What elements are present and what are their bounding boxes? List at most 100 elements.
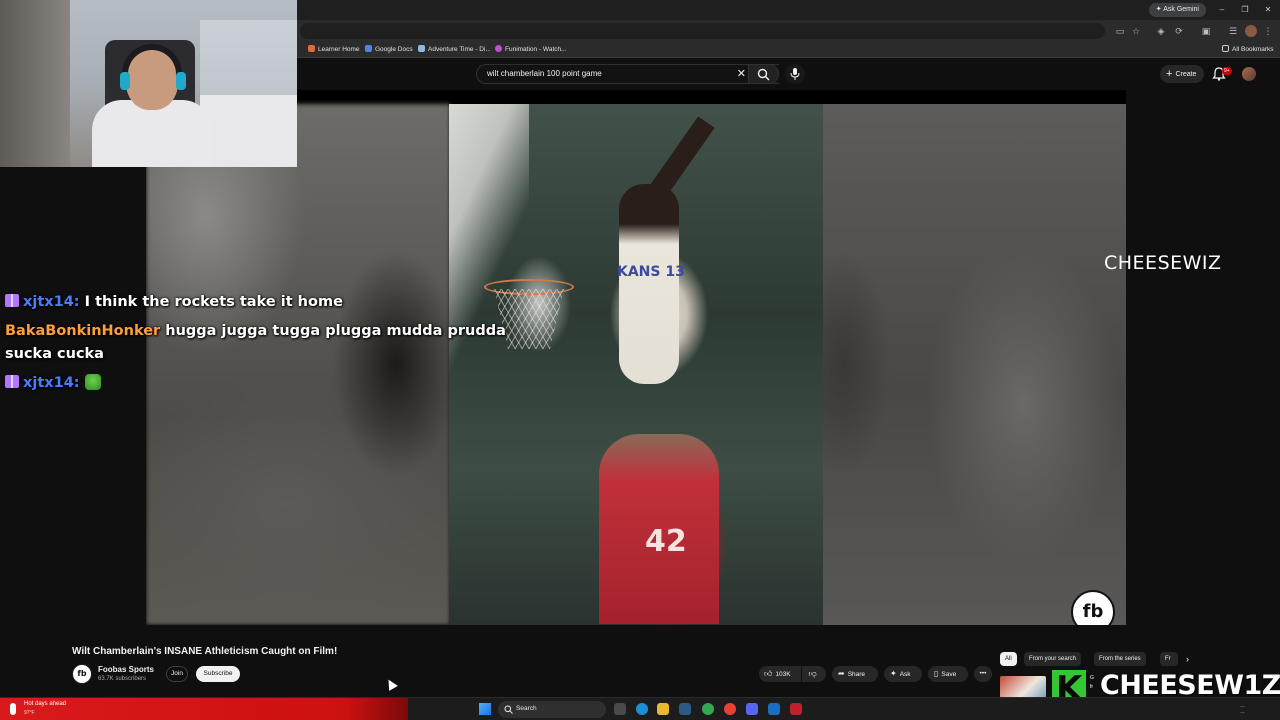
app-red-icon[interactable] (790, 703, 802, 715)
chip-truncated[interactable]: Fr (1160, 652, 1178, 666)
player-white-jersey (619, 184, 679, 384)
close-window-icon[interactable]: ✕ (1262, 4, 1274, 16)
bookmark-label: Funimation - Watch... (505, 46, 567, 53)
bookmark-funimation[interactable]: Funimation - Watch... (495, 44, 567, 56)
notification-count-badge: 9+ (1222, 67, 1232, 75)
weather-title: Hot days ahead (24, 701, 67, 707)
adventure-time-icon (418, 45, 425, 52)
bookmark-star-icon[interactable]: ☆ (1130, 25, 1142, 37)
learner-home-favicon (308, 45, 315, 52)
save-button[interactable]: ▯ Save (928, 666, 968, 682)
webcam-door (0, 0, 70, 167)
search-icon (504, 705, 513, 714)
subscribe-button[interactable]: Subscribe (196, 666, 240, 682)
bookmark-icon: ▯ (934, 669, 939, 678)
file-explorer-icon[interactable] (657, 703, 669, 715)
like-button[interactable]: 👍︎ 103K (759, 666, 801, 682)
chrome-icon[interactable] (702, 703, 714, 715)
video-blurred-right (823, 104, 1126, 625)
plus-icon: + (1166, 68, 1173, 80)
screen: ✦ Ask Gemini – ❐ ✕ ▭ ☆ ◈ ⟳ ▣ ☰ ⋮ Learner… (0, 0, 1280, 720)
dislike-button[interactable]: 👎︎ (802, 666, 826, 682)
chat-message: xjtx14: (5, 370, 101, 396)
sync-icon[interactable]: ⟳ (1173, 25, 1185, 37)
more-actions-button[interactable]: ••• (974, 666, 992, 682)
chrome-profile-icon[interactable] (724, 703, 736, 715)
menu-kebab-icon[interactable]: ⋮ (1262, 25, 1274, 37)
bookmark-label: Adventure Time - Di... (428, 46, 491, 53)
all-bookmarks-button[interactable]: All Bookmarks (1222, 44, 1274, 56)
microphone-icon (790, 68, 800, 80)
recommended-thumbnail[interactable] (1000, 676, 1046, 698)
edge-browser-icon[interactable] (636, 703, 648, 715)
clear-search-icon[interactable]: ✕ (737, 67, 746, 80)
user-avatar[interactable] (1242, 67, 1256, 81)
video-title: Wilt Chamberlain's INSANE Athleticism Ca… (72, 646, 338, 657)
ask-button[interactable]: ✦ Ask (884, 666, 922, 682)
system-tray-clock[interactable]: ⋯ ⋯ (1240, 704, 1245, 716)
video-player[interactable]: KANS 13 42 fb (146, 90, 1126, 625)
search-button[interactable] (748, 64, 779, 84)
search-input[interactable]: wilt chamberlain 100 point game ✕ (476, 64, 779, 84)
join-button[interactable]: Join (166, 666, 188, 682)
voice-search-button[interactable] (785, 64, 805, 84)
chat-username: xjtx14: (23, 294, 80, 310)
profile-icon[interactable] (1245, 25, 1257, 37)
chat-text: sucka cucka (5, 346, 104, 362)
green-smiley-emote-icon (84, 374, 101, 390)
streamer-name-overlay: CHEESEWIZ (1104, 252, 1222, 274)
weather-temp: 97°F (24, 710, 35, 716)
taskbar-search[interactable]: Search (498, 701, 606, 718)
url-field[interactable] (300, 23, 1105, 39)
cast-icon[interactable]: ▭ (1114, 25, 1126, 37)
discord-icon[interactable] (746, 703, 758, 715)
subscriber-count: 63.7K subscribers (98, 676, 147, 682)
channel-name[interactable]: Foobas Sports (98, 665, 154, 674)
chevron-right-icon[interactable]: › (1186, 654, 1189, 664)
player-arm (640, 116, 715, 210)
watermark-text: fb (1082, 601, 1104, 622)
share-button[interactable]: ➦ Share (832, 666, 878, 682)
chip-from-your-search[interactable]: From your search (1024, 652, 1082, 666)
more-horiz-icon: ••• (979, 670, 987, 677)
steam-alt-icon[interactable] (768, 703, 780, 715)
extension-icon[interactable]: ◈ (1155, 25, 1167, 37)
ask-gemini-button[interactable]: ✦ Ask Gemini (1148, 3, 1206, 17)
streamer-webcam (0, 0, 297, 167)
chip-from-the-series[interactable]: From the series (1094, 652, 1146, 666)
bookmark-learner-home[interactable]: Learner Home (308, 44, 360, 56)
ask-label: Ask (899, 671, 911, 678)
video-blurred-left (146, 104, 450, 625)
chat-message: xjtx14: I think the rockets take it home (5, 289, 343, 315)
restore-icon[interactable]: ❐ (1239, 4, 1251, 16)
chip-all[interactable]: All (1000, 652, 1017, 666)
jersey-red-number: 42 (645, 524, 687, 559)
chat-username: BakaBonkinHonker (5, 323, 161, 339)
sidepanel-icon[interactable]: ▣ (1200, 25, 1212, 37)
channel-avatar-text: fb (77, 669, 87, 678)
windows-taskbar: Hot days ahead 97°F Search ⋯ ⋯ (0, 697, 1280, 720)
share-label: Share (847, 671, 866, 678)
mouse-cursor-icon (384, 677, 398, 691)
channel-avatar[interactable]: fb (72, 664, 92, 684)
create-button[interactable]: + Create (1160, 65, 1205, 83)
windows-start-icon[interactable] (479, 703, 491, 715)
minimize-icon[interactable]: – (1216, 4, 1228, 16)
thumbs-up-icon: 👍︎ (764, 669, 773, 678)
bookmark-google-docs[interactable]: Google Docs (365, 44, 413, 56)
video-frame-dunk: KANS 13 42 (449, 104, 823, 625)
ask-gemini-label: Ask Gemini (1163, 6, 1199, 13)
webcam-bed (200, 95, 297, 167)
task-view-icon[interactable] (614, 703, 626, 715)
save-label: Save (941, 671, 957, 678)
bookmark-adventure-time[interactable]: Adventure Time - Di... (418, 44, 491, 56)
weather-widget[interactable]: Hot days ahead 97°F (0, 698, 408, 720)
headset-right-ear (176, 72, 186, 90)
k-logo-tag: G fr (1090, 675, 1094, 690)
jersey-white-text: KANS 13 (617, 264, 685, 280)
chat-username: xjtx14: (23, 375, 80, 391)
steam-icon[interactable] (679, 703, 691, 715)
webcam-person-body (92, 100, 212, 167)
tab-search-icon[interactable]: ☰ (1227, 25, 1239, 37)
chat-text: hugga jugga tugga plugga mudda prudda (165, 323, 506, 339)
